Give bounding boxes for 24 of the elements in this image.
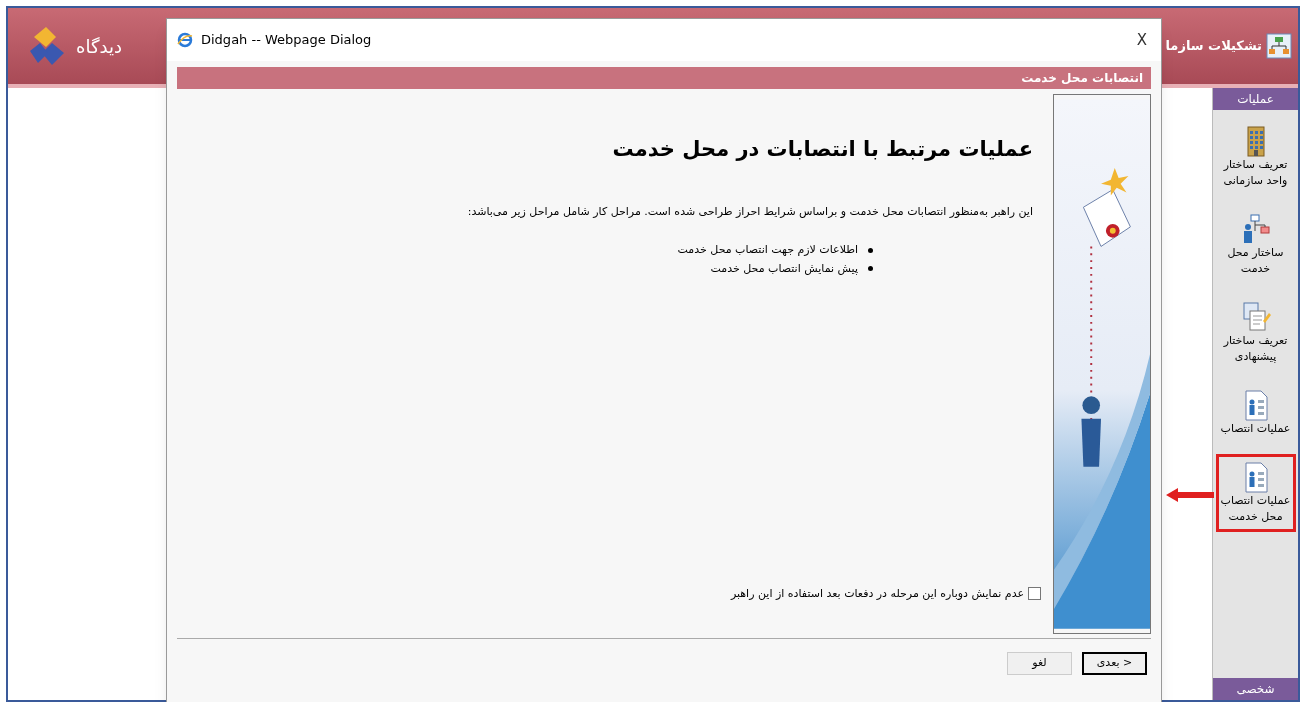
dialog-button[interactable]: بعدی >: [1082, 652, 1147, 675]
sidebar-item[interactable]: تعریف ساختار پیشنهادی: [1215, 294, 1296, 372]
page-heading: عملیات مرتبط با انتصابات در محل خدمت: [611, 136, 1033, 163]
sidebar-item[interactable]: عملیات انتصاب محل خدمت: [1215, 454, 1296, 532]
sidebar-item[interactable]: ساختار محل خدمت: [1215, 206, 1296, 284]
sidebar-item[interactable]: عملیات انتصاب: [1215, 382, 1296, 444]
step-item: پیش نمایش انتصاب محل خدمت: [187, 260, 873, 277]
org-chart-icon: [1266, 33, 1292, 59]
document-pencil-icon: [1240, 301, 1271, 333]
dialog-title: Didgah -- Webpage Dialog: [201, 31, 372, 50]
browser-icon: [177, 32, 193, 48]
sidebar-item[interactable]: تعریف ساختار واحد سازمانی: [1215, 118, 1296, 196]
intro-text: این راهبر به‌منظور انتصابات محل خدمت و براساس شرایط احراز طراحی شده است. مراحل کار شامل مراحل زیر می‌باشد:: [466, 203, 1033, 220]
close-button[interactable]: X: [1132, 28, 1151, 52]
app-title: تشکیلات سازما: [1165, 37, 1262, 56]
step-item: اطلاعات لازم جهت انتصاب محل خدمت: [187, 242, 873, 259]
pointer-arrow-icon: [1165, 488, 1214, 502]
sidebar-section-title: عملیات: [1213, 88, 1298, 110]
dialog-button[interactable]: لغو: [1007, 652, 1072, 675]
sidebar-section-title: شخصی: [1213, 678, 1298, 700]
dialog-header: انتصابات محل خدمت: [177, 67, 1151, 89]
checkbox[interactable]: [1028, 587, 1041, 601]
checkbox-label: عدم نمایش دوباره این مرحله در دفعات بعد استفاده از این راهبر: [730, 585, 1024, 602]
logo-text: دیدگاه: [76, 34, 122, 59]
